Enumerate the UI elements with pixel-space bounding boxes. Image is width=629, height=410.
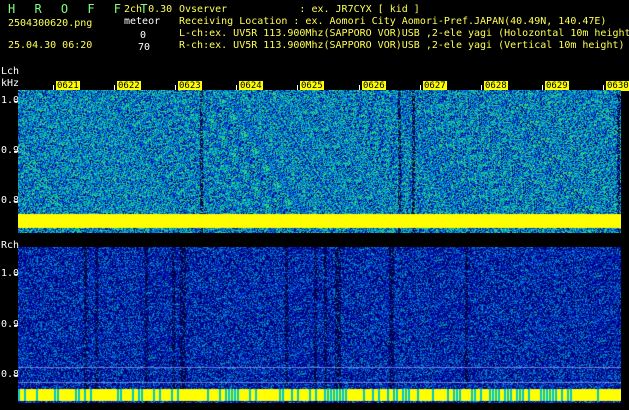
- date-time: 25.04.30 06:20: [8, 40, 93, 51]
- file-name: 2504300620.png: [8, 18, 93, 29]
- rch-label: Rch: [1, 240, 20, 251]
- location-info: Receiving Location : ex. Aomori City Aom…: [179, 16, 607, 27]
- lch-spectrogram: [18, 90, 621, 233]
- meteor-count-rch: 70: [138, 42, 151, 53]
- khz-unit-label: kHz: [1, 78, 20, 89]
- lch-label: Lch: [1, 66, 20, 77]
- mode-label: 2ch 0.30: [124, 4, 173, 15]
- meteor-label: meteor: [124, 16, 161, 27]
- rch-spectrogram: [18, 247, 621, 403]
- observer-info: Ovserver : ex. JR7CYX [ kid ]: [179, 4, 420, 15]
- lch-receiver-info: L-ch:ex. UV5R 113.900Mhz(SAPPORO VOR)USB…: [179, 28, 629, 39]
- rch-receiver-info: R-ch:ex. UV5R 113.900Mhz(SAPPORO VOR)USB…: [179, 40, 625, 51]
- meteor-count-lch: 0: [140, 30, 147, 41]
